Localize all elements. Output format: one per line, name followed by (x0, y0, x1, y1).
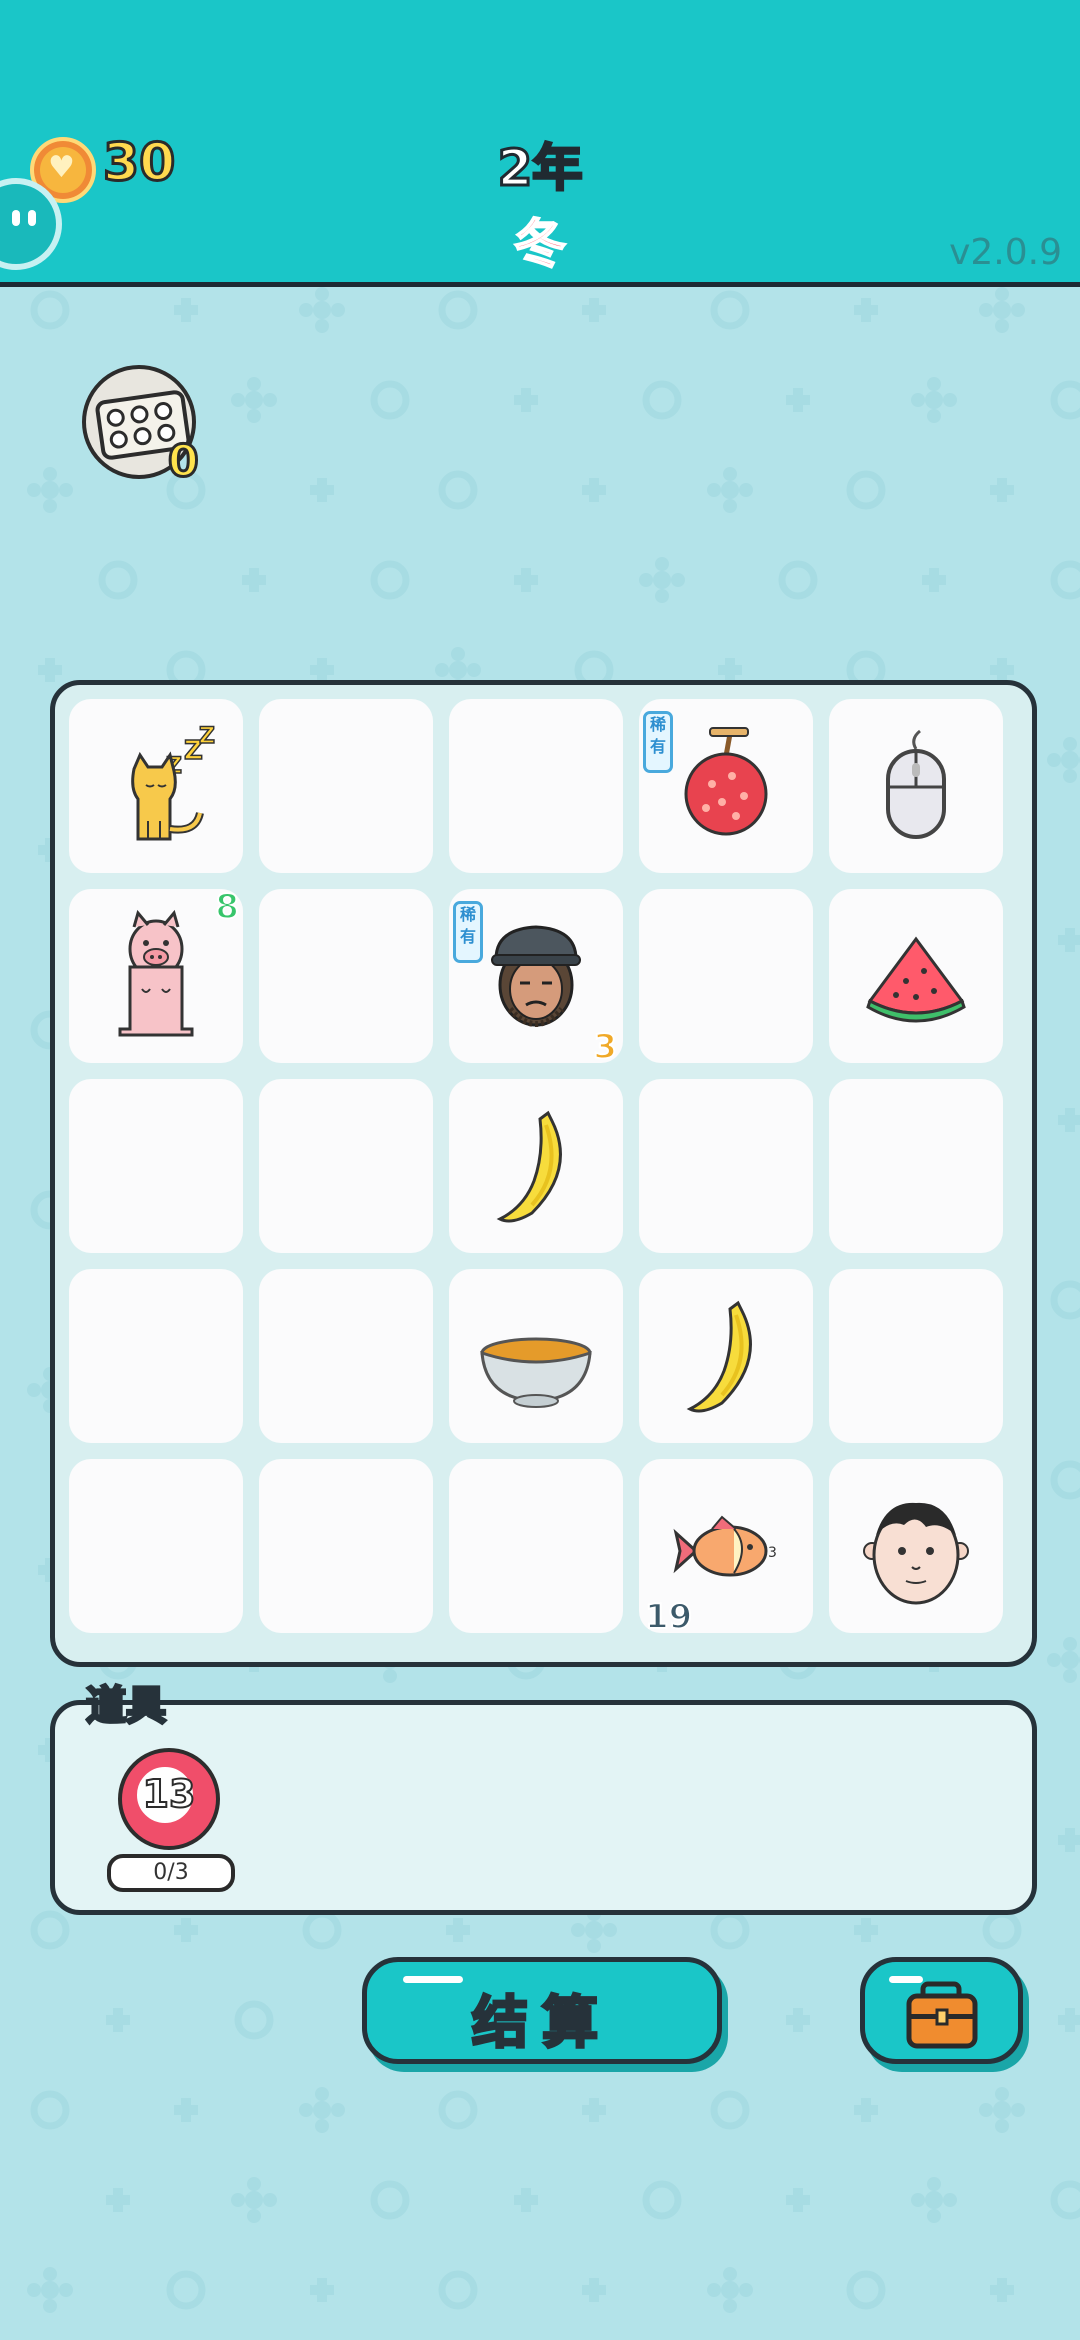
version-label: v2.0.9 (949, 232, 1062, 273)
grid-cell-lychee[interactable]: 稀有 (639, 699, 813, 873)
item-count: 19 (644, 1596, 693, 1638)
settle-button[interactable]: 结算 (362, 1957, 722, 2064)
grid-cell-man-face[interactable] (829, 1459, 1003, 1633)
grid-cell-empty[interactable] (259, 699, 433, 873)
grid-cell-watermelon-slice[interactable] (829, 889, 1003, 1063)
grid-cell-hat-man[interactable]: 稀有 3 (449, 889, 623, 1068)
briefcase-icon (906, 1981, 978, 2049)
grid-cell-empty[interactable] (639, 1079, 813, 1253)
grid-cell-banana[interactable] (449, 1079, 623, 1253)
rare-badge: 稀有 (453, 901, 483, 963)
target-icon[interactable]: 13 (118, 1748, 220, 1850)
grid-cell-computer-mouse[interactable] (829, 699, 1003, 873)
grid-cell-empty[interactable] (259, 1269, 433, 1443)
grid-cell-soup-bowl[interactable] (449, 1269, 623, 1443)
item-count: 3 (592, 1026, 618, 1068)
banana-icon (686, 1300, 752, 1413)
tools-label: 道具 (85, 1682, 168, 1731)
grid-cell-empty[interactable] (259, 1459, 433, 1633)
grid-cell-empty[interactable] (449, 1459, 623, 1633)
grid-cell-empty[interactable] (259, 1079, 433, 1253)
svg-text:3: 3 (768, 1545, 777, 1561)
tool-value: 13 (142, 1771, 197, 1817)
item-grid: ZZZ 稀有 8 稀有 3 3 19 (50, 680, 1037, 1667)
soup-bowl-icon (480, 1337, 592, 1408)
grid-cell-empty[interactable] (69, 1459, 243, 1633)
grid-cell-empty[interactable] (69, 1269, 243, 1443)
year-label: 2年 (496, 138, 584, 199)
inventory-button[interactable] (860, 1957, 1023, 2064)
item-count: 8 (214, 886, 240, 928)
grid-cell-empty[interactable] (829, 1269, 1003, 1443)
man-face-icon (863, 1502, 969, 1605)
settle-button-label: 结算 (471, 1990, 612, 2058)
svg-text:Z: Z (199, 724, 215, 749)
tool-uses: 0/3 (107, 1854, 235, 1892)
rare-badge: 稀有 (643, 711, 673, 773)
coin-count: 30 (101, 132, 176, 195)
season-label: 冬 (513, 214, 567, 276)
watermelon-slice-icon (866, 936, 966, 1023)
grid-cell-pig[interactable]: 8 (69, 886, 243, 1063)
sleeping-cat-icon: ZZZ (131, 723, 216, 841)
grid-cell-sleeping-cat[interactable]: ZZZ (69, 699, 243, 873)
grid-cell-empty[interactable] (449, 699, 623, 873)
tools-panel: 13 0/3 (50, 1700, 1037, 1915)
egg-tray-count: 0 (167, 435, 201, 489)
grid-cell-empty[interactable] (829, 1079, 1003, 1253)
top-bar: ♥ 30 2年 冬 v2.0.9 (0, 0, 1080, 287)
grid-cell-banana[interactable] (639, 1269, 813, 1443)
computer-mouse-icon (886, 729, 946, 839)
grid-cell-empty[interactable] (259, 889, 433, 1063)
banana-icon (496, 1110, 562, 1223)
grid-cell-empty[interactable] (69, 1079, 243, 1253)
grid-cell-empty[interactable] (639, 889, 813, 1063)
grid-cell-goldfish[interactable]: 3 19 (639, 1459, 813, 1638)
